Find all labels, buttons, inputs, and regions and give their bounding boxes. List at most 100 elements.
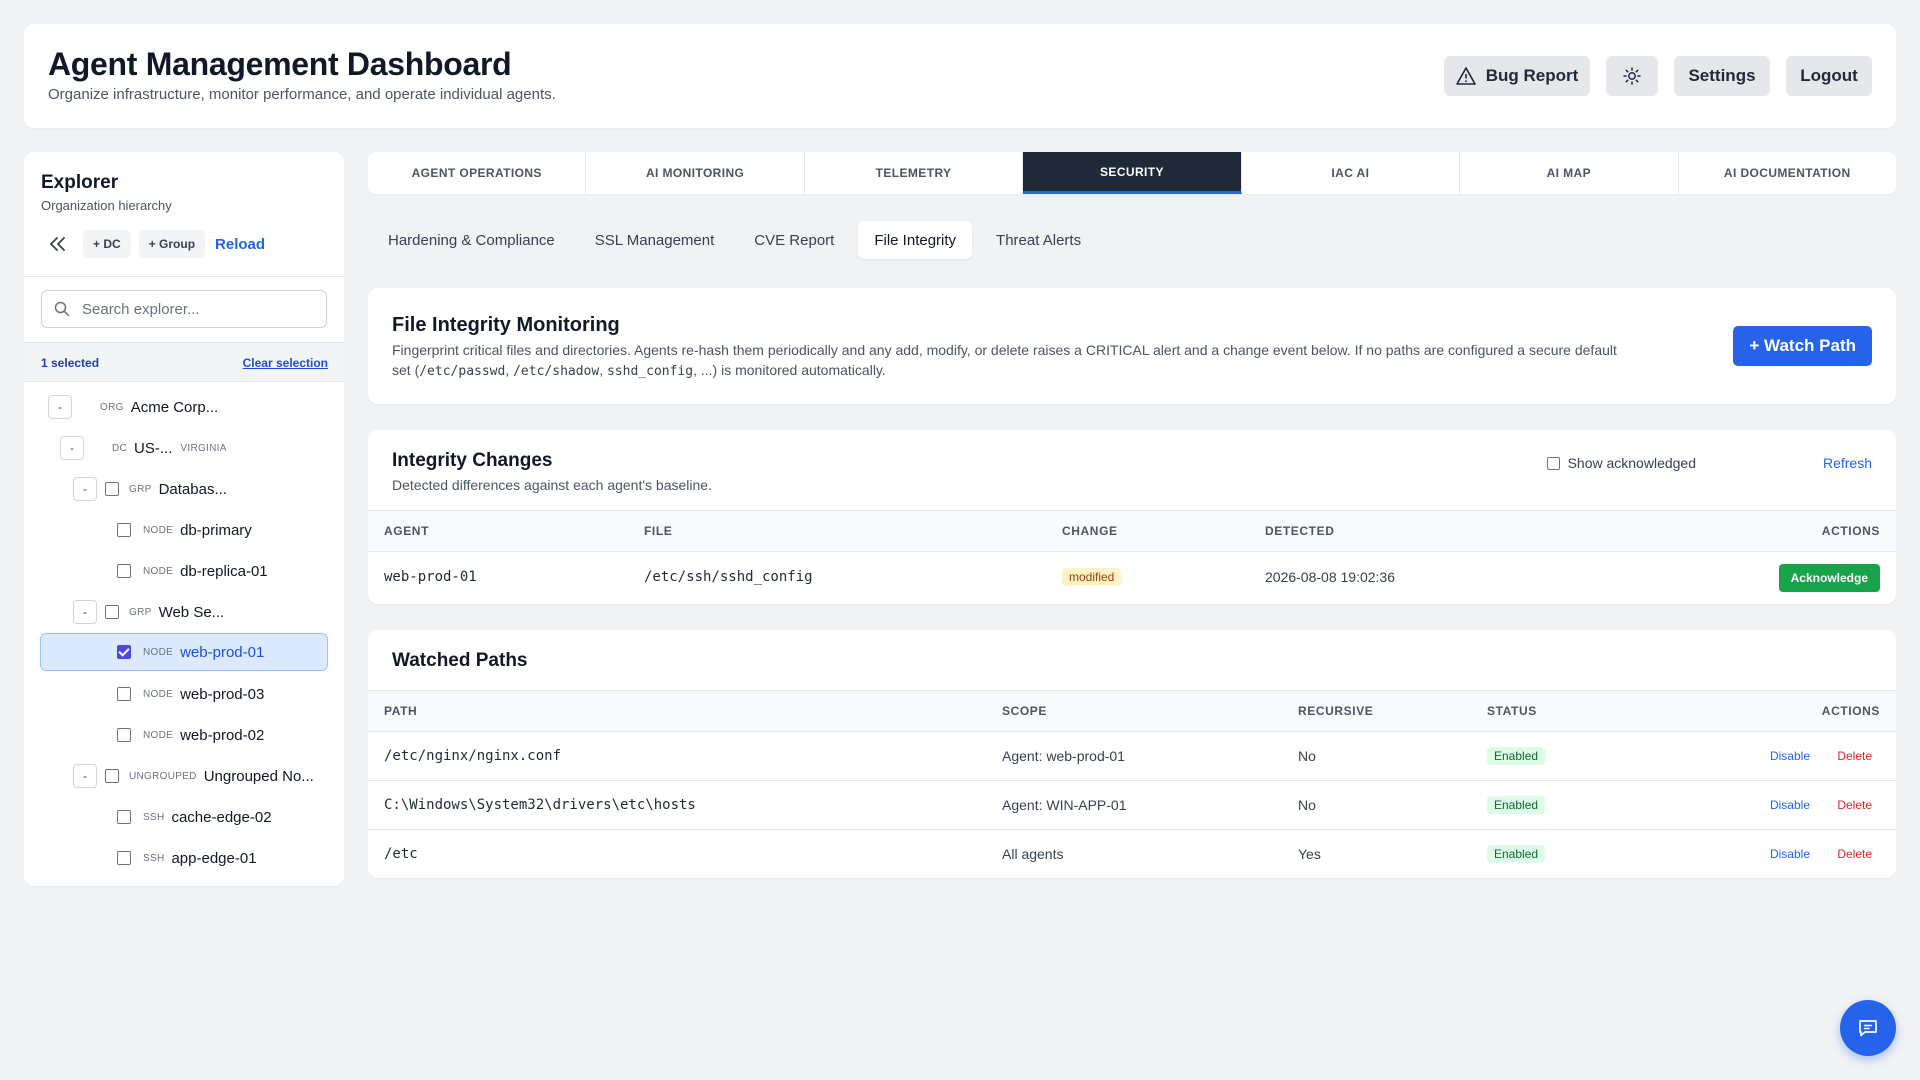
add-dc-button[interactable]: + DC (83, 230, 131, 258)
col-path: PATH (384, 704, 418, 718)
show-acknowledged-checkbox[interactable] (1546, 456, 1560, 470)
collapse-toggle[interactable]: - (48, 395, 72, 419)
tree-item-group[interactable]: - GRP Web Se... (73, 593, 224, 631)
reload-button[interactable]: Reload (215, 236, 265, 253)
subtab-hardening[interactable]: Hardening & Compliance (372, 221, 571, 259)
tree-item-node[interactable]: NODE db-primary (117, 511, 252, 549)
bug-report-button[interactable]: Bug Report (1444, 56, 1590, 96)
node-type-label: ORG (100, 401, 124, 413)
fim-description-line-2: set (/etc/passwd, /etc/shadow, sshd_conf… (392, 360, 1732, 382)
tree-checkbox[interactable] (117, 728, 131, 742)
search-input[interactable]: Search explorer... (41, 290, 327, 328)
tree-item-ungrouped[interactable]: - UNGROUPED Ungrouped No... (73, 757, 314, 795)
tree-item-node[interactable]: NODE db-replica-01 (117, 552, 268, 590)
disable-link[interactable]: Disable (1770, 798, 1810, 812)
code-passwd: /etc/passwd (419, 364, 506, 379)
theme-toggle-button[interactable] (1606, 56, 1658, 96)
tree-checkbox[interactable] (117, 564, 131, 578)
settings-button[interactable]: Settings (1674, 56, 1770, 96)
tab-security[interactable]: SECURITY (1023, 152, 1242, 194)
node-type-label: NODE (143, 565, 174, 577)
status-badge: Enabled (1487, 747, 1546, 765)
tree-checkbox[interactable] (105, 605, 119, 619)
node-type-label: NODE (143, 524, 174, 536)
delete-link[interactable]: Delete (1837, 798, 1872, 812)
tab-ai-monitoring[interactable]: AI MONITORING (586, 152, 805, 194)
tree-item-node[interactable]: NODE web-prod-03 (117, 675, 264, 713)
explorer-sidebar: Explorer Organization hierarchy + DC + G… (24, 152, 344, 886)
delete-link[interactable]: Delete (1837, 847, 1872, 861)
disable-link[interactable]: Disable (1770, 847, 1810, 861)
tree-item-group[interactable]: - GRP Databas... (73, 470, 227, 508)
tree-item-label: db-primary (180, 521, 252, 539)
clear-selection-link[interactable]: Clear selection (243, 356, 328, 370)
tab-ai-map[interactable]: AI MAP (1460, 152, 1679, 194)
status-badge: Enabled (1487, 796, 1546, 814)
explorer-title: Explorer (41, 172, 119, 193)
tree-item-label: db-replica-01 (180, 562, 268, 580)
acknowledge-button[interactable]: Acknowledge (1778, 564, 1880, 592)
file-cell: /etc/ssh/sshd_config (644, 569, 813, 585)
tree-checkbox-checked[interactable] (117, 645, 131, 659)
collapse-toggle[interactable]: - (73, 600, 97, 624)
col-scope: SCOPE (1002, 704, 1048, 718)
node-type-label: SSH (143, 811, 165, 823)
watch-path-button[interactable]: + Watch Path (1733, 326, 1872, 366)
tree-checkbox[interactable] (117, 810, 131, 824)
changes-table-header: AGENT FILE CHANGE DETECTED ACTIONS (368, 510, 1896, 552)
recursive-cell: Yes (1298, 846, 1321, 862)
chat-button[interactable] (1840, 1000, 1896, 1056)
collapse-toggle[interactable]: - (73, 764, 97, 788)
col-actions: ACTIONS (1821, 704, 1880, 718)
collapse-toggle[interactable]: - (60, 436, 84, 460)
subtab-file-integrity[interactable]: File Integrity (858, 221, 973, 259)
fim-card: File Integrity Monitoring Fingerprint cr… (368, 288, 1896, 404)
tree-item-ssh[interactable]: SSH cache-edge-02 (117, 798, 272, 836)
explorer-subtitle: Organization hierarchy (41, 198, 172, 213)
page-subtitle: Organize infrastructure, monitor perform… (48, 86, 556, 103)
tab-telemetry[interactable]: TELEMETRY (805, 152, 1024, 194)
tree-checkbox[interactable] (117, 687, 131, 701)
subtab-threat-alerts[interactable]: Threat Alerts (980, 221, 1097, 259)
col-status: STATUS (1487, 704, 1537, 718)
scope-cell: All agents (1002, 846, 1064, 862)
tree-item-label: app-edge-01 (171, 849, 257, 867)
tree-item-label: web-prod-02 (180, 726, 265, 744)
warning-icon (1455, 67, 1476, 85)
tree-checkbox[interactable] (105, 482, 119, 496)
tree-checkbox[interactable] (105, 769, 119, 783)
integrity-changes-title: Integrity Changes (392, 450, 553, 471)
tree-checkbox[interactable] (117, 523, 131, 537)
tab-agent-operations[interactable]: AGENT OPERATIONS (368, 152, 587, 194)
code-shadow: /etc/shadow (513, 364, 600, 379)
integrity-changes-subtitle: Detected differences against each agent'… (392, 477, 712, 493)
disable-link[interactable]: Disable (1770, 749, 1810, 763)
logout-button[interactable]: Logout (1786, 56, 1872, 96)
subtab-cve-report[interactable]: CVE Report (738, 221, 850, 259)
tab-iac-ai[interactable]: IAC AI (1242, 152, 1461, 194)
collapse-toggle[interactable]: - (73, 477, 97, 501)
chat-icon (1859, 1020, 1877, 1037)
selection-bar: 1 selected Clear selection (24, 342, 344, 382)
tree-item-dc[interactable]: - DC US-... VIRGINIA (60, 429, 227, 467)
delete-link[interactable]: Delete (1837, 749, 1872, 763)
table-row: /etc/nginx/nginx.conf Agent: web-prod-01… (368, 732, 1896, 781)
tree-item-node[interactable]: NODE web-prod-02 (117, 716, 264, 754)
tree-item-node-selected[interactable]: NODE web-prod-01 (40, 633, 328, 671)
tree-item-ssh[interactable]: SSH app-edge-01 (117, 839, 257, 877)
add-group-button[interactable]: + Group (138, 230, 206, 258)
col-change: CHANGE (1062, 524, 1118, 538)
node-type-label: DC (112, 442, 128, 454)
integrity-changes-card: Integrity Changes Detected differences a… (368, 430, 1896, 604)
selected-count: 1 selected (41, 356, 100, 370)
tree-item-org[interactable]: - ORG Acme Corp... (48, 388, 218, 426)
search-placeholder: Search explorer... (82, 300, 200, 318)
subtab-ssl[interactable]: SSL Management (579, 221, 731, 259)
tab-ai-documentation[interactable]: AI DOCUMENTATION (1679, 152, 1896, 194)
recursive-cell: No (1298, 797, 1316, 813)
refresh-link[interactable]: Refresh (1823, 455, 1872, 471)
show-acknowledged-toggle[interactable]: Show acknowledged (1546, 455, 1696, 471)
fim-title: File Integrity Monitoring (392, 314, 620, 336)
tree-checkbox[interactable] (117, 851, 131, 865)
collapse-sidebar-button[interactable] (41, 230, 75, 258)
